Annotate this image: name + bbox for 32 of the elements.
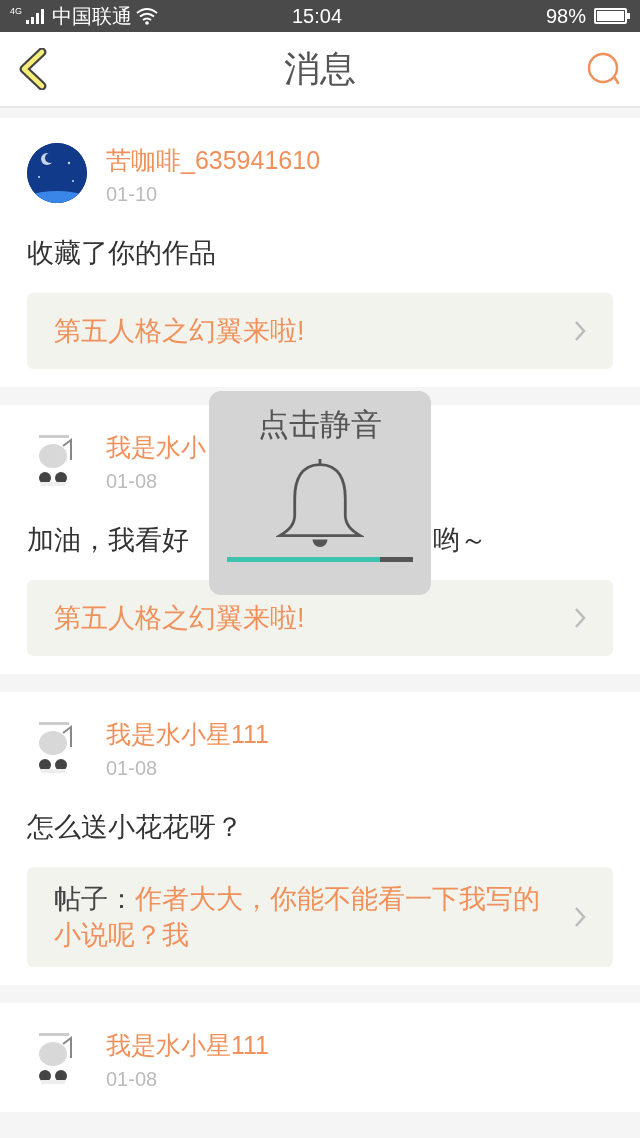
battery-icon	[594, 8, 630, 24]
message-text: 收藏了你的作品	[27, 237, 216, 270]
message-date: 01-08	[106, 1067, 158, 1092]
volume-slider[interactable]	[227, 557, 413, 562]
chevron-right-icon	[574, 906, 586, 928]
network-type: 4G	[10, 7, 22, 16]
message-date: 01-08	[106, 469, 158, 494]
chevron-right-icon	[574, 607, 586, 629]
battery-percent: 98%	[545, 4, 586, 29]
linked-post[interactable]: 帖子：作者大大，你能不能看一下我写的小说呢？我	[27, 867, 613, 967]
user-name[interactable]: 我是水小星111	[106, 717, 269, 751]
page-title: 消息	[284, 47, 356, 91]
post-title: 帖子：作者大大，你能不能看一下我写的小说呢？我	[54, 883, 541, 952]
user-name[interactable]: 我是水小星111	[106, 1028, 269, 1062]
back-icon[interactable]	[18, 48, 48, 90]
clock-time: 15:04	[292, 4, 343, 29]
message-date: 01-08	[106, 756, 158, 781]
post-title: 第五人格之幻翼来啦!	[54, 315, 305, 348]
message-text: 哟～	[433, 524, 487, 557]
linked-post[interactable]: 第五人格之幻翼来啦!	[27, 293, 613, 369]
carrier-name: 中国联通	[52, 4, 132, 29]
chevron-right-icon	[574, 320, 586, 342]
message-date: 01-10	[106, 182, 158, 207]
post-title: 第五人格之幻翼来啦!	[54, 602, 305, 635]
popup-title: 点击静音	[258, 406, 382, 444]
message-text: 怎么送小花花呀？	[27, 811, 243, 844]
user-name[interactable]: 苦咖啡_635941610	[106, 143, 321, 177]
user-name[interactable]: 我是水小	[106, 430, 206, 464]
wifi-icon	[136, 7, 158, 25]
bell-icon[interactable]	[276, 457, 364, 547]
message-text: 加油，我看好	[27, 524, 189, 557]
linked-post[interactable]: 第五人格之幻翼来啦!	[27, 580, 613, 656]
